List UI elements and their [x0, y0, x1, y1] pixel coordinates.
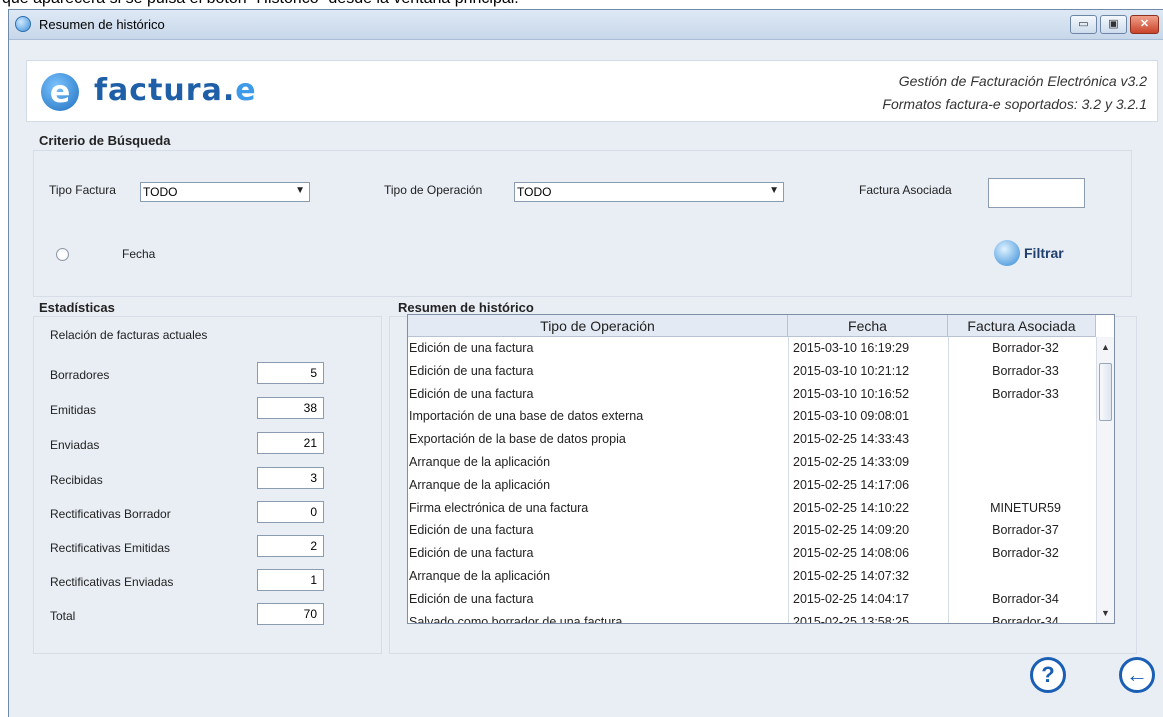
tipo-factura-value: TODO [143, 185, 178, 199]
stat-value: 70 [257, 603, 324, 625]
top-caption-text: que aparecerá si se pulsa el botón “Hist… [2, 0, 519, 8]
stat-value: 38 [257, 397, 324, 419]
stat-value: 0 [257, 501, 324, 523]
table-row[interactable]: Exportación de la base de datos propia 20… [408, 428, 1096, 451]
stats-subtitle: Relación de facturas actuales [50, 328, 208, 342]
stat-value: 3 [257, 467, 324, 489]
factura-asociada-input[interactable] [988, 178, 1085, 208]
logo-wordmark: factura.e [94, 73, 257, 108]
minimize-button[interactable]: ▭ [1070, 15, 1097, 34]
fecha-radio[interactable] [56, 248, 69, 261]
scroll-up-icon[interactable]: ▲ [1101, 342, 1110, 352]
scrollbar-thumb[interactable] [1099, 363, 1112, 421]
stat-value: 5 [257, 362, 324, 384]
table-row[interactable]: Edición de una factura 2015-03-10 16:19:2… [408, 337, 1096, 360]
search-panel: Tipo Factura TODO ▼ Tipo de Operación TO… [33, 150, 1132, 297]
stat-label: Rectificativas Emitidas [50, 541, 171, 555]
stat-value: 2 [257, 535, 324, 557]
stat-label: Borradores [50, 368, 110, 382]
stat-label: Total [50, 609, 76, 623]
table-row[interactable]: Salvado como borrador de una factura 2015… [408, 611, 1096, 623]
main-window: Resumen de histórico ▭ ▣ ✕ e factura.e G… [8, 9, 1163, 717]
facturae-logo-icon: e [41, 73, 79, 111]
column-header[interactable]: Fecha [788, 315, 948, 337]
stat-label: Enviadas [50, 438, 100, 452]
stat-value: 21 [257, 432, 324, 454]
maximize-button[interactable]: ▣ [1100, 15, 1127, 34]
stat-label: Emitidas [50, 403, 97, 417]
header-banner: e factura.e Gestión de Facturación Elect… [26, 60, 1158, 122]
table-row[interactable]: Edición de una factura 2015-02-25 14:04:1… [408, 588, 1096, 611]
filter-icon [994, 240, 1020, 266]
back-button[interactable]: ← [1119, 657, 1155, 693]
tipo-factura-label: Tipo Factura [49, 183, 116, 197]
filtrar-label: Filtrar [1024, 245, 1064, 261]
history-section-title: Resumen de histórico [398, 300, 534, 315]
column-header[interactable]: Factura Asociada [948, 315, 1096, 337]
history-table[interactable]: Tipo de Operación Fecha Factura Asociada… [407, 314, 1115, 624]
search-section-title: Criterio de Búsqueda [39, 133, 171, 148]
app-version-text: Gestión de Facturación Electrónica v3.2 [898, 73, 1147, 89]
scroll-down-icon[interactable]: ▼ [1101, 608, 1110, 618]
stats-section-title: Estadísticas [39, 300, 115, 315]
app-icon [15, 16, 31, 32]
tipo-factura-select[interactable]: TODO ▼ [140, 182, 310, 202]
stat-label: Recibidas [50, 473, 103, 487]
top-caption-fragment: que aparecerá si se pulsa el botón “Hist… [0, 0, 1163, 9]
filtrar-button[interactable]: Filtrar [994, 240, 1094, 268]
vertical-scrollbar[interactable]: ▲ ▼ [1096, 337, 1114, 623]
stat-value: 1 [257, 569, 324, 591]
table-row[interactable]: Edición de una factura 2015-02-25 14:08:0… [408, 542, 1096, 565]
table-row[interactable]: Firma electrónica de una factura 2015-02-… [408, 497, 1096, 520]
help-button[interactable]: ? [1030, 657, 1066, 693]
table-row[interactable]: Arranque de la aplicación 2015-02-25 14:3… [408, 451, 1096, 474]
title-bar: Resumen de histórico ▭ ▣ ✕ [9, 10, 1163, 40]
factura-asociada-label: Factura Asociada [859, 183, 952, 197]
chevron-down-icon: ▼ [295, 185, 305, 196]
table-row[interactable]: Arranque de la aplicación 2015-02-25 14:0… [408, 565, 1096, 588]
stats-panel: Relación de facturas actuales Borradores… [33, 316, 382, 654]
table-row[interactable]: Edición de una factura 2015-02-25 14:09:2… [408, 519, 1096, 542]
close-button[interactable]: ✕ [1130, 15, 1159, 34]
stat-label: Rectificativas Enviadas [50, 575, 174, 589]
table-row[interactable]: Importación de una base de datos externa… [408, 405, 1096, 428]
tipo-operacion-select[interactable]: TODO ▼ [514, 182, 784, 202]
supported-formats-text: Formatos factura-e soportados: 3.2 y 3.2… [882, 96, 1147, 112]
tipo-operacion-label: Tipo de Operación [384, 183, 483, 197]
fecha-label: Fecha [122, 247, 156, 261]
tipo-operacion-value: TODO [517, 185, 552, 199]
table-row[interactable]: Edición de una factura 2015-03-10 10:21:1… [408, 360, 1096, 383]
column-header[interactable]: Tipo de Operación [408, 315, 788, 337]
chevron-down-icon: ▼ [769, 185, 779, 196]
stat-label: Rectificativas Borrador [50, 507, 171, 521]
table-row[interactable]: Arranque de la aplicación 2015-02-25 14:1… [408, 474, 1096, 497]
table-row[interactable]: Edición de una factura 2015-03-10 10:16:5… [408, 383, 1096, 406]
window-title: Resumen de histórico [39, 17, 165, 32]
